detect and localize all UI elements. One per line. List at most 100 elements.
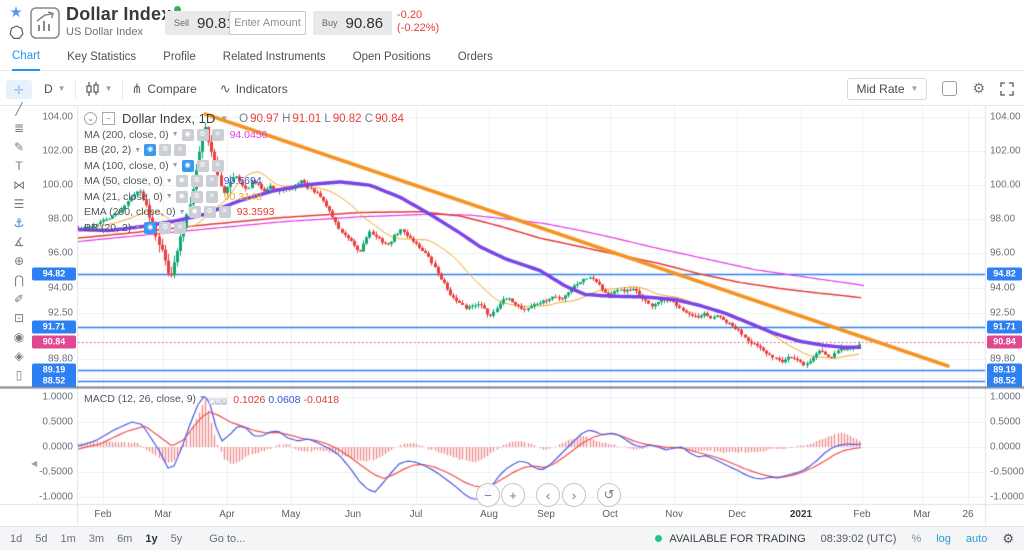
indicator-label[interactable]: BB (20, 2) bbox=[84, 144, 131, 156]
tab-related-instruments[interactable]: Related Instruments bbox=[223, 51, 326, 70]
tab-chart[interactable]: Chart bbox=[12, 50, 41, 71]
time-label: May bbox=[281, 509, 301, 520]
favorite-star-icon[interactable]: ★ bbox=[6, 5, 26, 21]
indicator-label[interactable]: MA (50, close, 0) bbox=[84, 175, 163, 187]
amount-input[interactable] bbox=[229, 11, 306, 35]
xabcd-pattern-icon[interactable]: ⋈ bbox=[6, 175, 32, 194]
mid-rate-dropdown[interactable]: Mid Rate ▼ bbox=[847, 77, 928, 100]
range-5d[interactable]: 5d bbox=[35, 533, 47, 545]
range-3m[interactable]: 3m bbox=[89, 533, 104, 545]
drawing-mode-icon[interactable]: ✐ bbox=[6, 289, 32, 308]
zoom-in-icon[interactable]: ⊕ bbox=[6, 251, 32, 270]
buy-button[interactable]: Buy 90.86 bbox=[313, 11, 393, 35]
percent-scale-button[interactable]: % bbox=[911, 533, 921, 545]
close-icon[interactable]: ✕ bbox=[174, 144, 187, 157]
tab-key-statistics[interactable]: Key Statistics bbox=[67, 51, 136, 70]
range-1y[interactable]: 1y bbox=[145, 533, 157, 545]
compare-label: Compare bbox=[147, 81, 197, 96]
indicator-label[interactable]: BB (20, 2) bbox=[84, 222, 131, 234]
forecast-icon[interactable]: ☰ bbox=[6, 194, 32, 213]
gear-icon[interactable]: ⚙ bbox=[190, 175, 203, 188]
scroll-left-button[interactable]: ‹ bbox=[536, 483, 560, 507]
lock-icon[interactable]: ⊡ bbox=[6, 308, 32, 327]
auto-scale-button[interactable]: auto bbox=[966, 533, 987, 545]
settings-gear-icon[interactable]: ⚙ bbox=[1002, 531, 1014, 547]
tab-orders[interactable]: Orders bbox=[458, 51, 493, 70]
legend-symbol[interactable]: Dollar Index, 1D bbox=[122, 111, 215, 126]
fullscreen-icon[interactable] bbox=[1000, 81, 1014, 96]
measure-icon[interactable]: ∡ bbox=[6, 232, 32, 251]
range-5y[interactable]: 5y bbox=[171, 533, 183, 545]
snapshot-icon[interactable] bbox=[942, 81, 958, 96]
text-icon[interactable]: T bbox=[6, 156, 32, 175]
chevron-down-icon[interactable]: ▼ bbox=[220, 114, 228, 123]
range-1d[interactable]: 1d bbox=[10, 533, 22, 545]
range-6m[interactable]: 6m bbox=[117, 533, 132, 545]
price-axis-left[interactable]: 104.00 102.00 100.00 98.00 96.00 94.00 92.50 89… bbox=[30, 106, 77, 387]
reset-chart-button[interactable]: ↺ bbox=[597, 483, 621, 507]
fib-retracement-icon[interactable]: ≣ bbox=[6, 118, 32, 137]
remove-icon[interactable]: ▯ bbox=[6, 365, 32, 384]
tab-profile[interactable]: Profile bbox=[163, 51, 196, 70]
chart-style-dropdown[interactable]: ▼ bbox=[85, 81, 113, 97]
gear-icon[interactable]: ⚙ bbox=[159, 144, 172, 157]
gear-icon[interactable]: ⚙ bbox=[203, 206, 216, 219]
crosshair-icon[interactable]: ✛ bbox=[6, 80, 32, 99]
close-icon[interactable]: ✕ bbox=[211, 128, 224, 141]
zoom-out-button[interactable]: − bbox=[476, 483, 500, 507]
magnet-icon[interactable]: ⋂ bbox=[6, 270, 32, 289]
time-axis[interactable]: Feb Mar Apr May Jun Jul Aug Sep Oct Nov Dec 2021 Feb… bbox=[0, 505, 1024, 525]
goto-date-button[interactable]: Go to... bbox=[209, 533, 245, 545]
compare-button[interactable]: ⋔ Compare bbox=[132, 81, 197, 97]
chevron-down-icon: ▼ bbox=[134, 146, 142, 154]
close-icon[interactable]: ✕ bbox=[205, 175, 218, 188]
gear-icon[interactable]: ⚙ bbox=[190, 190, 203, 203]
range-1m[interactable]: 1m bbox=[61, 533, 76, 545]
close-icon[interactable]: ✕ bbox=[205, 190, 218, 203]
brush-icon[interactable]: ✎ bbox=[6, 137, 32, 156]
eye-icon[interactable]: ◉ bbox=[175, 175, 188, 188]
anchor-icon[interactable]: ⚓ bbox=[6, 213, 32, 232]
axis-tick: -0.5000 bbox=[990, 466, 1024, 478]
gear-icon[interactable]: ⚙ bbox=[196, 159, 209, 172]
chevron-down-icon: ▼ bbox=[178, 208, 186, 216]
trend-line-icon[interactable]: ╱ bbox=[6, 99, 32, 118]
macd-label[interactable]: MACD (12, 26, close, 9) bbox=[84, 393, 196, 405]
tree-legend-icon[interactable]: − bbox=[102, 112, 115, 125]
tab-open-positions[interactable]: Open Positions bbox=[353, 51, 431, 70]
hide-all-icon[interactable]: ◉ bbox=[6, 327, 32, 346]
indicators-button[interactable]: ∿ Indicators bbox=[220, 81, 288, 97]
trading-status: AVAILABLE FOR TRADING bbox=[669, 532, 806, 545]
gear-icon[interactable]: ⚙ bbox=[159, 221, 172, 234]
interval-dropdown[interactable]: D ▼ bbox=[44, 82, 66, 96]
eye-icon[interactable]: ◉ bbox=[175, 190, 188, 203]
collapse-legend-icon[interactable]: ⌄ bbox=[84, 112, 97, 125]
log-scale-button[interactable]: log bbox=[936, 533, 951, 545]
zoom-in-button[interactable]: + bbox=[501, 483, 525, 507]
macd-axis-right[interactable]: 1.0000 0.5000 0.0000 -0.5000 -1.0000 bbox=[987, 389, 1024, 503]
indicator-label[interactable]: MA (100, close, 0) bbox=[84, 160, 169, 172]
axis-tick: 1.0000 bbox=[42, 391, 73, 403]
scroll-right-button[interactable]: › bbox=[562, 483, 586, 507]
close-icon[interactable]: ✕ bbox=[174, 221, 187, 234]
eye-icon[interactable]: ◉ bbox=[144, 144, 157, 157]
close-icon[interactable]: ✕ bbox=[221, 397, 228, 405]
axis-tick: 102.00 bbox=[42, 145, 73, 157]
close-icon[interactable]: ✕ bbox=[211, 159, 224, 172]
gear-icon[interactable]: ⚙ bbox=[972, 80, 985, 97]
chart-legend: ⌄ − Dollar Index, 1D ▼ O 90.97 H 91.01 L 90… bbox=[84, 110, 404, 236]
eye-icon[interactable]: ◉ bbox=[181, 159, 194, 172]
price-axis-right[interactable]: 104.00 102.00 100.00 98.00 96.00 94.00 92.50 89… bbox=[987, 106, 1024, 387]
close-icon[interactable]: ✕ bbox=[218, 206, 231, 219]
eye-icon[interactable]: ◉ bbox=[188, 206, 201, 219]
indicator-label[interactable]: EMA (200, close, 0) bbox=[84, 206, 176, 218]
indicator-label[interactable]: MA (200, close, 0) bbox=[84, 129, 169, 141]
eye-icon[interactable]: ◉ bbox=[144, 221, 157, 234]
indicator-label[interactable]: MA (21, close, 0) bbox=[84, 191, 163, 203]
axis-tick: 0.0000 bbox=[42, 441, 73, 453]
price-label-chip: 88.52 bbox=[32, 374, 76, 387]
gear-icon[interactable]: ⚙ bbox=[196, 128, 209, 141]
eye-icon[interactable]: ◉ bbox=[181, 128, 194, 141]
object-tree-icon[interactable]: ◈ bbox=[6, 346, 32, 365]
macd-axis-left[interactable]: 1.0000 0.5000 0.0000 -0.5000 -1.0000 bbox=[30, 389, 77, 503]
